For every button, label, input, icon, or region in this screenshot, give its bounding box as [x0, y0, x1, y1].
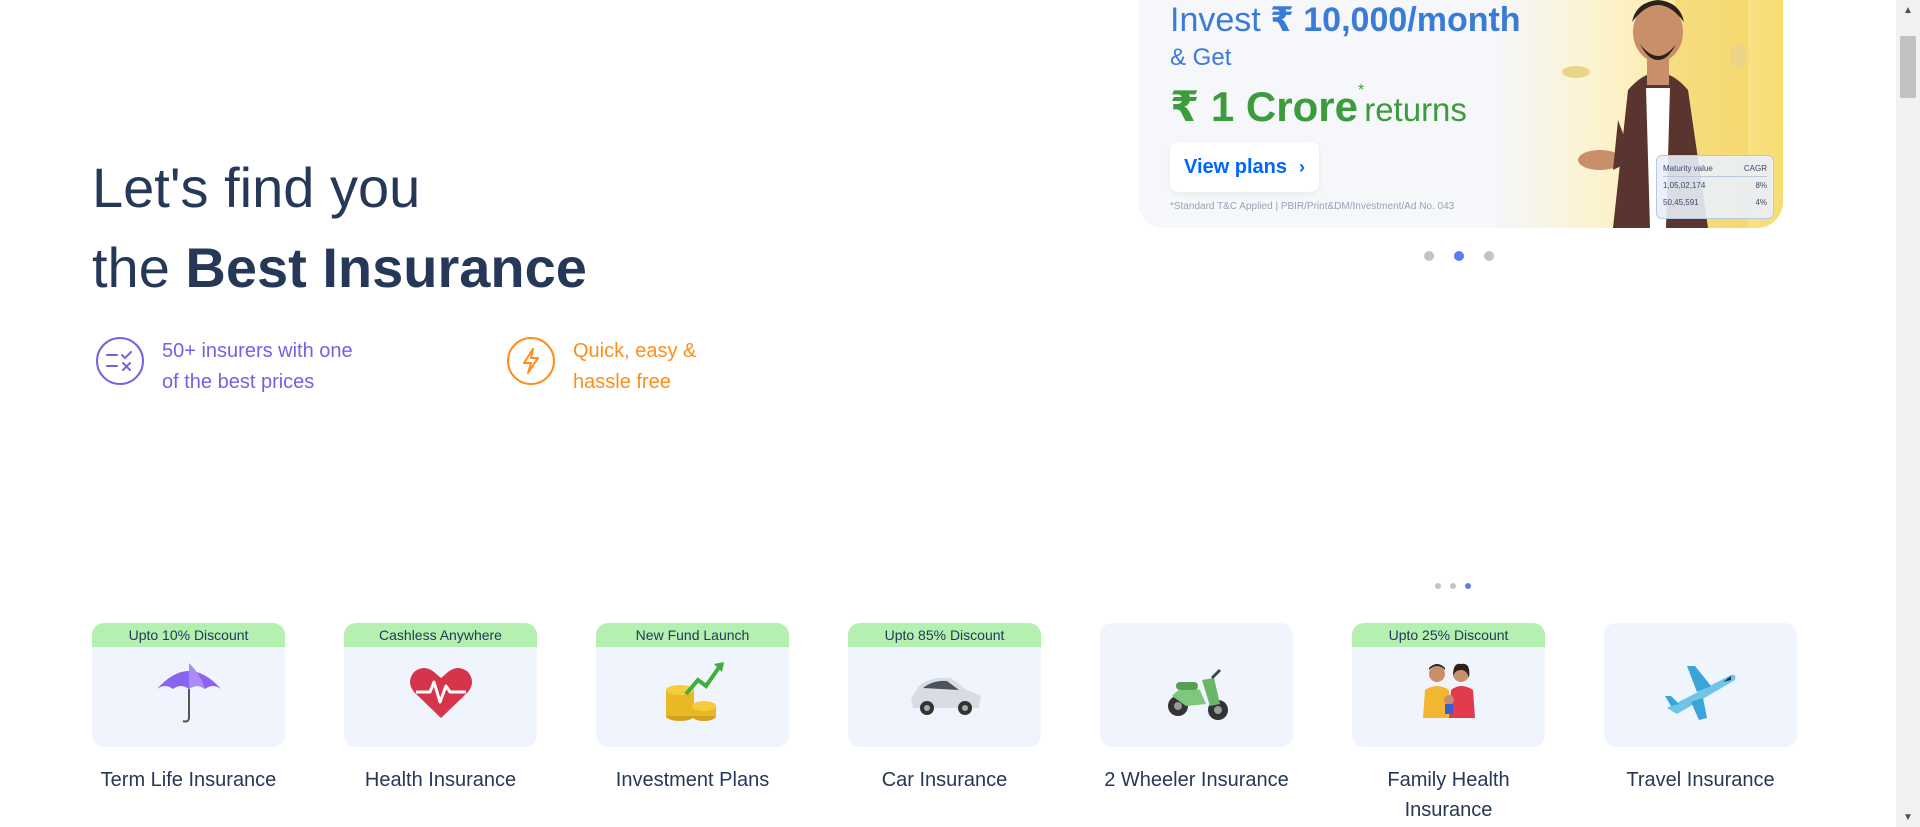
banner-get: & Get [1170, 44, 1232, 71]
product-name: 2 Wheeler Insurance [1104, 769, 1289, 791]
product-two-wheeler[interactable]: 2 Wheeler Insurance [1100, 623, 1293, 825]
hero-title: Let's find you the Best Insurance [92, 148, 587, 308]
discount-badge: Cashless Anywhere [344, 623, 537, 647]
umbrella-icon [156, 663, 221, 723]
coins-growth-icon [665, 662, 724, 721]
product-name: Investment Plans [615, 769, 770, 791]
discount-badge: Upto 10% Discount [92, 623, 285, 647]
banner-invest-amount: ₹ 10,000/month [1270, 1, 1521, 39]
carousel-dot[interactable] [1424, 251, 1434, 261]
banner-carousel-dots [1424, 251, 1494, 261]
carousel-dot-active[interactable] [1454, 251, 1464, 261]
product-name: Travel Insurance [1626, 769, 1775, 791]
product-investment[interactable]: New Fund Launch Investment Plans [596, 623, 789, 825]
cagr-value: 8% [1755, 181, 1767, 190]
maturity-table-row: 1,05,02,174 8% [1663, 177, 1767, 194]
feature-quick-text: Quick, easy & hassle free [573, 336, 696, 398]
product-name-line2: Insurance [1404, 799, 1493, 821]
feature-insurers-text: 50+ insurers with one of the best prices [162, 336, 353, 398]
banner-invest: Invest ₹ 10,000/month [1170, 0, 1521, 40]
banner-crore-amount: ₹ 1 Crore [1170, 83, 1358, 130]
product-car[interactable]: Upto 85% Discount Car Insurance [848, 623, 1041, 825]
products-carousel-dots [1435, 583, 1471, 589]
product-card[interactable] [1100, 623, 1293, 747]
feature-insurers: 50+ insurers with one of the best prices [96, 336, 353, 398]
maturity-table-header: Maturity value CAGR [1663, 160, 1767, 177]
product-travel[interactable]: Travel Insurance [1604, 623, 1797, 825]
banner-disclaimer: *Standard T&C Applied | PBIR/Print&DM/In… [1170, 201, 1455, 212]
scooter-icon [1167, 668, 1228, 720]
product-term-life[interactable]: Upto 10% Discount Term Life Insurance [92, 623, 285, 825]
feature-quick: Quick, easy & hassle free [507, 336, 696, 398]
cagr-value: 4% [1755, 198, 1767, 207]
chevron-right-icon: › [1299, 156, 1306, 177]
product-grid: Upto 10% Discount Term Life Insurance Ca… [92, 623, 1797, 825]
hero-title-line2: the Best Insurance [92, 228, 587, 308]
discount-badge: New Fund Launch [596, 623, 789, 647]
product-name: Health Insurance [364, 769, 517, 791]
car-icon [910, 677, 981, 715]
product-name: Term Life Insurance [100, 769, 277, 791]
product-name: Family Health Insurance [1387, 765, 1509, 825]
promo-banner[interactable]: Invest ₹ 10,000/month & Get ₹ 1 Crore*re… [1138, 0, 1783, 228]
carousel-dot[interactable] [1450, 583, 1456, 589]
banner-returns: returns [1364, 91, 1467, 128]
discount-badge: Upto 25% Discount [1352, 623, 1545, 647]
maturity-table-row: 50,45,591 4% [1663, 194, 1767, 211]
product-card[interactable]: Cashless Anywhere [344, 623, 537, 747]
compare-icon [96, 337, 144, 385]
product-card[interactable]: Upto 85% Discount [848, 623, 1041, 747]
maturity-header: Maturity value [1663, 164, 1713, 173]
family-icon [1422, 663, 1475, 718]
scroll-up-arrow-icon[interactable]: ▲ [1896, 0, 1920, 20]
product-name: Car Insurance [881, 769, 1008, 791]
airplane-icon [1664, 666, 1735, 720]
scrollbar-thumb[interactable] [1900, 36, 1916, 98]
feature-quick-line1: Quick, easy & [573, 340, 697, 362]
heart-pulse-icon [409, 668, 472, 718]
hero-title-bold: Best Insurance [185, 236, 587, 299]
feature-insurers-line1: 50+ insurers with one [162, 340, 353, 362]
scroll-down-arrow-icon[interactable]: ▼ [1896, 807, 1920, 827]
maturity-table: Maturity value CAGR 1,05,02,174 8% 50,45,5… [1656, 155, 1774, 219]
hero-title-line1: Let's find you [92, 156, 421, 219]
cagr-header: CAGR [1743, 164, 1767, 173]
banner-invest-prefix: Invest [1170, 1, 1271, 39]
view-plans-button[interactable]: View plans › [1170, 142, 1320, 192]
carousel-dot[interactable] [1435, 583, 1441, 589]
feature-insurers-line2: of the best prices [162, 371, 315, 393]
maturity-value: 1,05,02,174 [1663, 181, 1706, 190]
carousel-dot[interactable] [1484, 251, 1494, 261]
product-card[interactable]: New Fund Launch [596, 623, 789, 747]
product-card[interactable]: Upto 25% Discount [1352, 623, 1545, 747]
product-name-line1: Family Health [1387, 769, 1510, 791]
hero-title-prefix: the [92, 236, 186, 299]
product-card[interactable] [1604, 623, 1797, 747]
product-card[interactable]: Upto 10% Discount [92, 623, 285, 747]
product-health[interactable]: Cashless Anywhere Health Insurance [344, 623, 537, 825]
maturity-value: 50,45,591 [1663, 198, 1699, 207]
product-family-health[interactable]: Upto 25% Discount Family Health Insuranc… [1352, 623, 1545, 825]
discount-badge: Upto 85% Discount [848, 623, 1041, 647]
banner-crore: ₹ 1 Crore*returns [1170, 82, 1467, 131]
lightning-icon [507, 337, 555, 385]
page-scrollbar[interactable]: ▲ ▼ [1896, 0, 1920, 827]
carousel-dot-active[interactable] [1465, 583, 1471, 589]
view-plans-label: View plans [1184, 155, 1288, 178]
feature-quick-line2: hassle free [573, 371, 671, 393]
